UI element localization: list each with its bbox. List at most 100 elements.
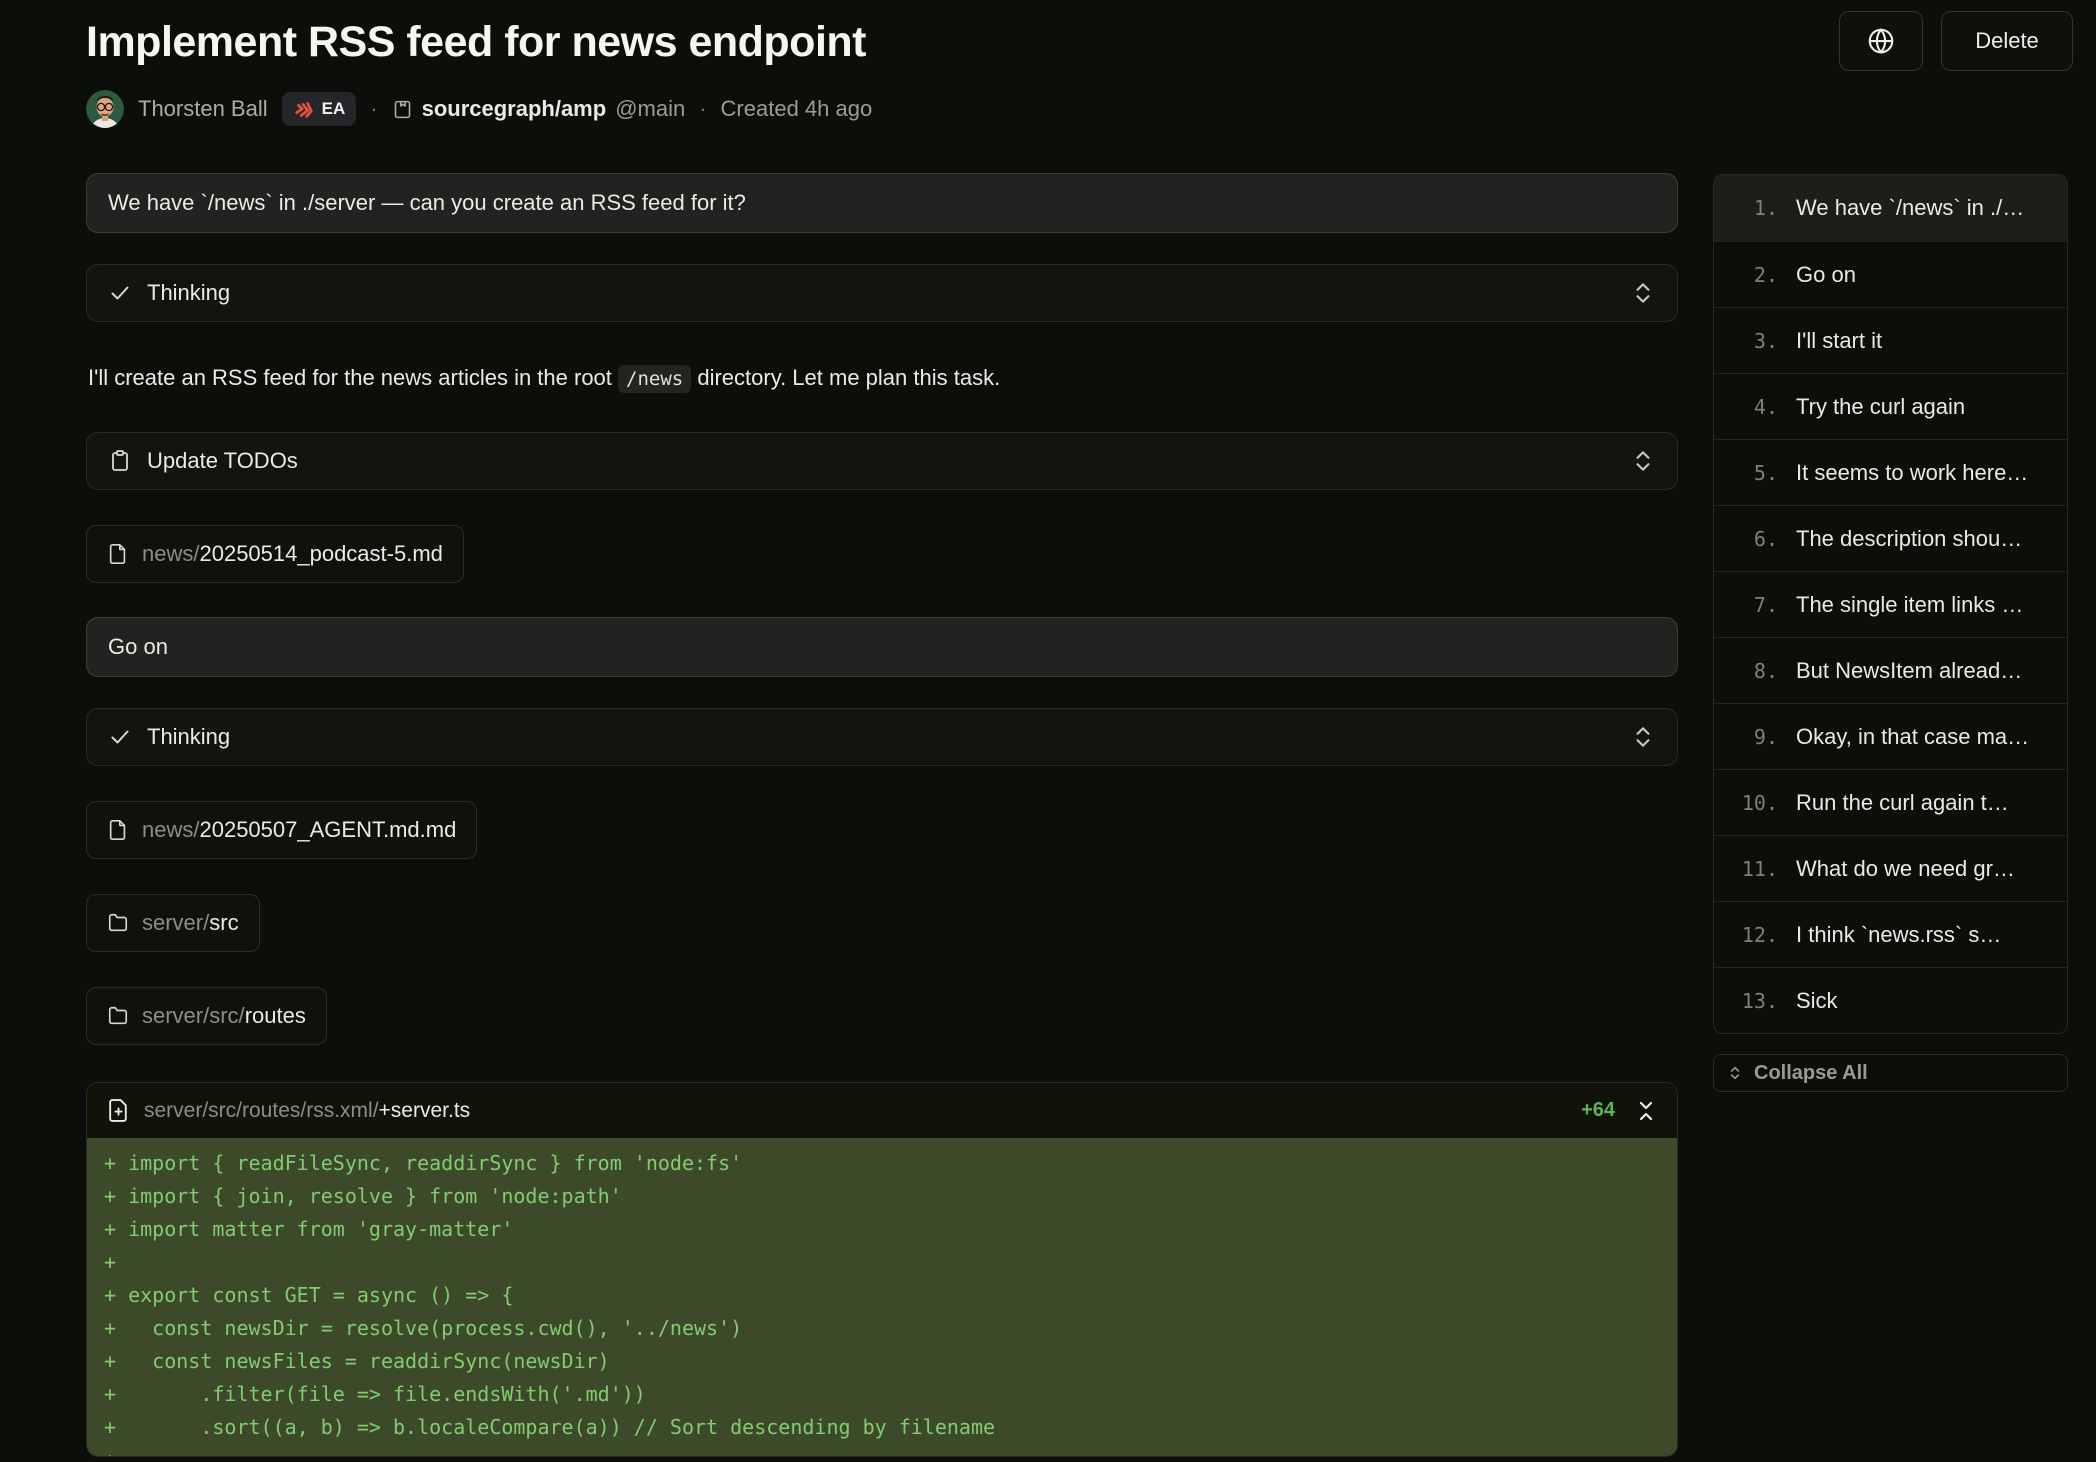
chip-row: server/src <box>86 894 1678 952</box>
chip-dir: news/ <box>142 541 199 566</box>
outline-item-label: Try the curl again <box>1796 394 1965 420</box>
chip-dir: news/ <box>142 817 199 842</box>
separator-dot: · <box>699 96 706 122</box>
diff-line: + .sort((a, b) => b.localeCompare(a)) //… <box>104 1411 1677 1444</box>
thinking-section[interactable]: Thinking <box>86 264 1678 322</box>
outline-item-label: I'll start it <box>1796 328 1882 354</box>
header-actions: Delete <box>1839 11 2073 71</box>
delete-button[interactable]: Delete <box>1941 11 2073 71</box>
diff-path-dir: server/src/routes/rss.xml/ <box>144 1099 379 1122</box>
outline-item-label: Sick <box>1796 988 1838 1014</box>
diff-line: + import { join, resolve } from 'node:pa… <box>104 1180 1677 1213</box>
outline-item-number: 8. <box>1726 659 1778 683</box>
outline-item-9[interactable]: 9. Okay, in that case ma… <box>1714 703 2067 769</box>
created-timestamp: Created 4h ago <box>721 96 873 122</box>
file-chip[interactable]: news/20250507_AGENT.md.md <box>86 801 477 859</box>
check-icon <box>108 725 132 749</box>
diff-line: + .filter(file => file.endsWith('.md')) <box>104 1378 1677 1411</box>
repo-branch: @main <box>615 96 685 122</box>
thread-page: Delete Implement RSS feed for news endpo… <box>0 0 2096 1462</box>
collapse-all-label: Collapse All <box>1754 1062 1868 1085</box>
update-todos-section[interactable]: Update TODOs <box>86 432 1678 490</box>
diff-line: + const newsFiles = readdirSync(newsDir) <box>104 1345 1677 1378</box>
outline-item-13[interactable]: 13. Sick <box>1714 967 2067 1033</box>
outline-item-10[interactable]: 10. Run the curl again t… <box>1714 769 2067 835</box>
clipboard-icon <box>108 449 132 473</box>
outline-item-number: 9. <box>1726 725 1778 749</box>
outline-item-label: What do we need gr… <box>1796 856 2015 882</box>
outline-item-2[interactable]: 2. Go on <box>1714 241 2067 307</box>
outline-item-7[interactable]: 7. The single item links … <box>1714 571 2067 637</box>
user-message: We have `/news` in ./server — can you cr… <box>86 173 1678 233</box>
outline-item-number: 13. <box>1726 989 1778 1013</box>
outline-item-number: 10. <box>1726 791 1778 815</box>
outline-item-number: 1. <box>1726 196 1778 220</box>
outline-item-11[interactable]: 11. What do we need gr… <box>1714 835 2067 901</box>
outline-item-8[interactable]: 8. But NewsItem alread… <box>1714 637 2067 703</box>
amp-logo-icon <box>293 98 315 120</box>
thread-outline-sidebar: 1. We have `/news` in ./… 2. Go on 3. I'… <box>1713 174 2068 1092</box>
chip-row: server/src/routes <box>86 987 1678 1045</box>
folder-chip[interactable]: server/src/routes <box>86 987 327 1045</box>
share-globe-button[interactable] <box>1839 11 1923 71</box>
outline-item-number: 11. <box>1726 857 1778 881</box>
outline-item-label: I think `news.rss` s… <box>1796 922 2001 948</box>
thinking-label: Thinking <box>147 724 230 750</box>
outline-item-number: 5. <box>1726 461 1778 485</box>
chip-filename: 20250514_podcast-5.md <box>199 541 442 566</box>
chip-row: news/20250514_podcast-5.md <box>86 525 1678 583</box>
collapse-all-button[interactable]: Collapse All <box>1713 1054 2068 1092</box>
update-todos-label: Update TODOs <box>147 448 298 474</box>
chip-filename: src <box>209 910 238 935</box>
avatar <box>86 90 124 128</box>
outline-item-label: Go on <box>1796 262 1856 288</box>
chevrons-up-down-icon <box>1727 1065 1743 1081</box>
diff-block: server/src/routes/rss.xml/+server.ts +64… <box>86 1082 1678 1457</box>
chip-filename: routes <box>245 1003 306 1028</box>
outline-item-6[interactable]: 6. The description shou… <box>1714 505 2067 571</box>
outline-item-number: 7. <box>1726 593 1778 617</box>
outline-item-5[interactable]: 5. It seems to work here… <box>1714 439 2067 505</box>
thinking-section[interactable]: Thinking <box>86 708 1678 766</box>
folder-icon <box>107 912 129 934</box>
file-chip[interactable]: news/20250514_podcast-5.md <box>86 525 464 583</box>
outline-item-12[interactable]: 12. I think `news.rss` s… <box>1714 901 2067 967</box>
repo-link[interactable]: sourcegraph/amp @main <box>392 96 686 122</box>
diff-line: + const newsDir = resolve(process.cwd(),… <box>104 1312 1677 1345</box>
chevrons-up-down-icon[interactable] <box>1630 448 1656 474</box>
diff-header[interactable]: server/src/routes/rss.xml/+server.ts +64 <box>87 1083 1677 1138</box>
diff-path-file: +server.ts <box>379 1099 471 1122</box>
user-message: Go on <box>86 617 1678 677</box>
thinking-label: Thinking <box>147 280 230 306</box>
outline-item-label: Okay, in that case ma… <box>1796 724 2029 750</box>
diff-line: + <box>104 1444 1677 1456</box>
outline-item-number: 12. <box>1726 923 1778 947</box>
chip-dir: server/src/ <box>142 1003 245 1028</box>
outline-list: 1. We have `/news` in ./… 2. Go on 3. I'… <box>1713 174 2068 1034</box>
chevrons-down-up-icon[interactable] <box>1634 1099 1658 1123</box>
separator-dot: · <box>370 96 377 122</box>
outline-item-1[interactable]: 1. We have `/news` in ./… <box>1714 175 2067 241</box>
assistant-text: I'll create an RSS feed for the news art… <box>88 365 618 390</box>
check-icon <box>108 281 132 305</box>
globe-icon <box>1866 26 1896 56</box>
outline-item-label: We have `/news` in ./… <box>1796 195 2024 221</box>
inline-code: /news <box>618 365 691 393</box>
page-title: Implement RSS feed for news endpoint <box>86 18 1678 67</box>
outline-item-label: It seems to work here… <box>1796 460 2028 486</box>
folder-chip[interactable]: server/src <box>86 894 260 952</box>
added-lines-count: +64 <box>1581 1099 1615 1122</box>
file-icon <box>107 543 129 565</box>
chevrons-up-down-icon[interactable] <box>1630 724 1656 750</box>
diff-code: + import { readFileSync, readdirSync } f… <box>87 1138 1677 1456</box>
outline-item-label: The description shou… <box>1796 526 2022 552</box>
ea-badge: EA <box>282 92 357 126</box>
chevrons-up-down-icon[interactable] <box>1630 280 1656 306</box>
author-name: Thorsten Ball <box>138 96 268 122</box>
repo-name: sourcegraph/amp <box>422 96 607 122</box>
outline-item-4[interactable]: 4. Try the curl again <box>1714 373 2067 439</box>
outline-item-3[interactable]: 3. I'll start it <box>1714 307 2067 373</box>
diff-line: + import matter from 'gray-matter' <box>104 1213 1677 1246</box>
outline-item-number: 6. <box>1726 527 1778 551</box>
chip-row: news/20250507_AGENT.md.md <box>86 801 1678 859</box>
